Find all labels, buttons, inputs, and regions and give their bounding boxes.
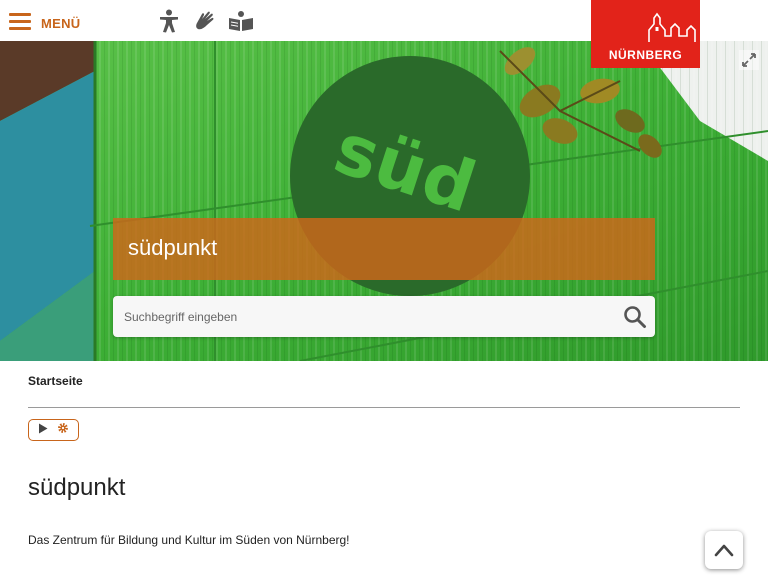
search-icon[interactable]	[623, 305, 647, 329]
hamburger-icon	[9, 11, 31, 31]
hero-title: südpunkt	[128, 235, 218, 260]
page-title: südpunkt	[28, 474, 126, 501]
chevron-up-icon	[714, 544, 734, 557]
expand-icon[interactable]	[739, 50, 759, 70]
search-box	[113, 296, 655, 337]
lead-text: Das Zentrum für Bildung und Kultur im Sü…	[28, 533, 350, 547]
menu-button[interactable]: MENÜ	[9, 8, 80, 34]
divider	[28, 407, 740, 408]
accessibility-links	[156, 8, 254, 34]
nuernberg-logo[interactable]: NÜRNBERG	[591, 0, 700, 68]
search-input[interactable]	[113, 296, 603, 337]
easy-reading-icon[interactable]	[228, 8, 254, 34]
menu-label: MENÜ	[41, 15, 81, 31]
sign-language-icon[interactable]	[192, 8, 218, 34]
logo-text: NÜRNBERG	[608, 48, 683, 62]
accessibility-person-icon[interactable]	[156, 8, 182, 34]
city-skyline-icon	[648, 12, 696, 42]
play-icon[interactable]	[38, 421, 48, 439]
breadcrumb[interactable]: Startseite	[28, 374, 83, 388]
gear-icon[interactable]	[57, 421, 69, 439]
back-to-top-button[interactable]	[705, 531, 743, 569]
hero-title-bar: südpunkt	[113, 218, 655, 280]
read-aloud-player[interactable]	[28, 419, 79, 441]
breadcrumb-home[interactable]: Startseite	[28, 374, 83, 388]
hero-banner: süd südpunkt	[0, 41, 768, 361]
